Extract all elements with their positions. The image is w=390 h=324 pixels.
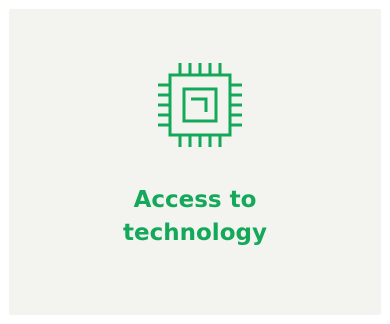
card-title: Access to technology <box>0 184 390 250</box>
feature-card <box>9 9 381 315</box>
cpu-chip-icon <box>158 63 242 147</box>
card-title-line1: Access to <box>133 187 257 213</box>
card-title-line2: technology <box>123 220 267 246</box>
